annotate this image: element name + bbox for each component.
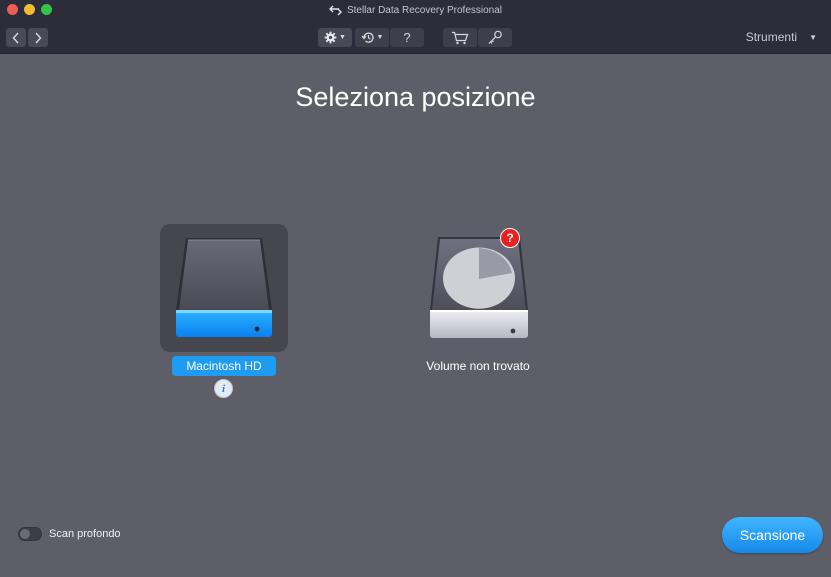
tools-menu[interactable]: Strumenti ▼ — [746, 30, 817, 44]
key-icon — [488, 30, 502, 44]
chevron-down-icon: ▼ — [376, 34, 384, 41]
hard-drive-icon — [176, 238, 272, 337]
cart-icon — [452, 31, 469, 44]
history-icon — [361, 32, 374, 43]
unknown-volume-badge: ? — [500, 228, 520, 248]
page-title: Seleziona posizione — [295, 82, 536, 112]
app-logo-icon — [328, 5, 342, 15]
window-title-wrap: Stellar Data Recovery Professional — [0, 0, 831, 20]
chevron-left-icon — [12, 32, 19, 43]
drive-label-macintosh-hd[interactable]: Macintosh HD — [172, 356, 276, 376]
scan-button[interactable]: Scansione — [722, 517, 823, 553]
gear-icon — [324, 31, 337, 44]
chevron-down-icon: ▼ — [809, 32, 817, 42]
tools-menu-label: Strumenti — [745, 30, 798, 44]
chevron-down-icon: ▼ — [339, 34, 346, 41]
toggle-knob — [20, 529, 30, 539]
window-title: Stellar Data Recovery Professional — [346, 4, 503, 16]
history-button[interactable]: ▼ — [355, 28, 389, 47]
deep-scan-control[interactable]: Scan profondo — [18, 527, 121, 541]
forward-button[interactable] — [28, 28, 48, 47]
drive-card-macintosh-hd[interactable] — [160, 224, 288, 352]
deep-scan-toggle[interactable] — [18, 527, 42, 541]
toolbar: ▼ ▼ ? Strumenti ▼ — [0, 20, 831, 54]
activation-key-button[interactable] — [478, 28, 512, 47]
drive-card-volume-non-trovato[interactable]: ? — [424, 228, 534, 344]
info-icon[interactable]: i — [214, 379, 233, 398]
chevron-right-icon — [35, 32, 42, 43]
help-icon: ? — [403, 30, 411, 45]
unknown-volume-drive-icon — [430, 237, 528, 338]
settings-button[interactable]: ▼ — [318, 28, 352, 47]
deep-scan-label: Scan profondo — [49, 528, 121, 540]
help-button[interactable]: ? — [390, 28, 424, 47]
title-bar: Stellar Data Recovery Professional — [0, 0, 831, 20]
cart-button[interactable] — [443, 28, 477, 47]
drive-label-volume-non-trovato[interactable]: Volume non trovato — [390, 359, 566, 373]
back-button[interactable] — [6, 28, 26, 47]
